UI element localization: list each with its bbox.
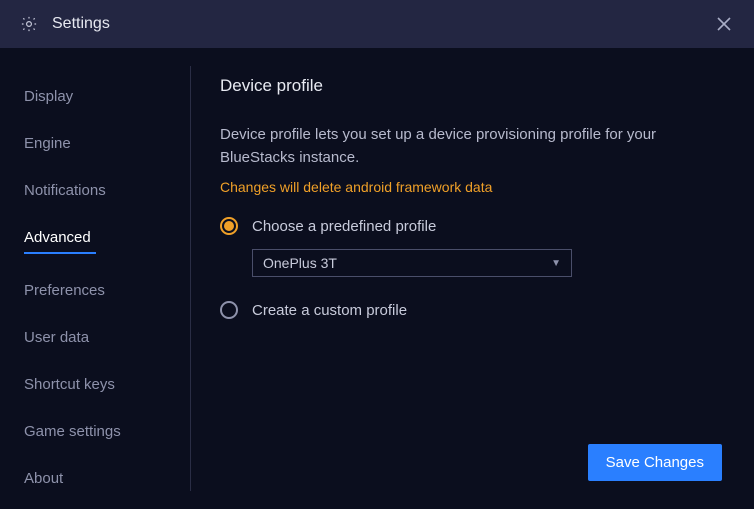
sidebar-item-label: Shortcut keys xyxy=(24,376,115,393)
sidebar-item-label: Game settings xyxy=(24,423,121,440)
warning-text: Changes will delete android framework da… xyxy=(220,179,726,195)
body: Display Engine Notifications Advanced Pr… xyxy=(0,48,754,509)
sidebar-item-label: Advanced xyxy=(24,229,91,246)
footer: Save Changes xyxy=(220,444,726,509)
sidebar-item-label: Notifications xyxy=(24,182,106,199)
sidebar-item-label: Engine xyxy=(24,135,71,152)
profile-select-wrap: OnePlus 3T ▼ xyxy=(252,249,726,277)
sidebar: Display Engine Notifications Advanced Pr… xyxy=(0,48,190,509)
option-custom[interactable]: Create a custom profile xyxy=(220,301,726,319)
dropdown-value: OnePlus 3T xyxy=(263,255,337,271)
sidebar-item-notifications[interactable]: Notifications xyxy=(0,170,190,211)
titlebar: Settings xyxy=(0,0,754,48)
chevron-down-icon: ▼ xyxy=(551,258,561,269)
sidebar-item-label: User data xyxy=(24,329,89,346)
section-title: Device profile xyxy=(220,76,726,96)
gear-icon xyxy=(20,15,38,33)
sidebar-item-display[interactable]: Display xyxy=(0,76,190,117)
window-title: Settings xyxy=(52,15,110,33)
radio-unselected-icon xyxy=(220,301,238,319)
sidebar-item-shortcut-keys[interactable]: Shortcut keys xyxy=(0,364,190,405)
section-description: Device profile lets you set up a device … xyxy=(220,124,690,169)
profile-dropdown[interactable]: OnePlus 3T ▼ xyxy=(252,249,572,277)
radio-selected-icon xyxy=(220,217,238,235)
settings-window: Settings Display Engine Notifications Ad… xyxy=(0,0,754,509)
sidebar-item-engine[interactable]: Engine xyxy=(0,123,190,164)
sidebar-item-advanced[interactable]: Advanced xyxy=(0,217,190,264)
option-predefined[interactable]: Choose a predefined profile xyxy=(220,217,726,235)
sidebar-item-label: Preferences xyxy=(24,282,105,299)
sidebar-item-label: About xyxy=(24,470,63,487)
option-label: Choose a predefined profile xyxy=(252,218,436,235)
sidebar-item-game-settings[interactable]: Game settings xyxy=(0,411,190,452)
sidebar-item-preferences[interactable]: Preferences xyxy=(0,270,190,311)
sidebar-item-about[interactable]: About xyxy=(0,458,190,499)
option-label: Create a custom profile xyxy=(252,302,407,319)
save-changes-button[interactable]: Save Changes xyxy=(588,444,722,481)
sidebar-item-user-data[interactable]: User data xyxy=(0,317,190,358)
close-button[interactable] xyxy=(714,14,734,34)
sidebar-item-label: Display xyxy=(24,88,73,105)
main-panel: Device profile Device profile lets you s… xyxy=(190,48,754,509)
